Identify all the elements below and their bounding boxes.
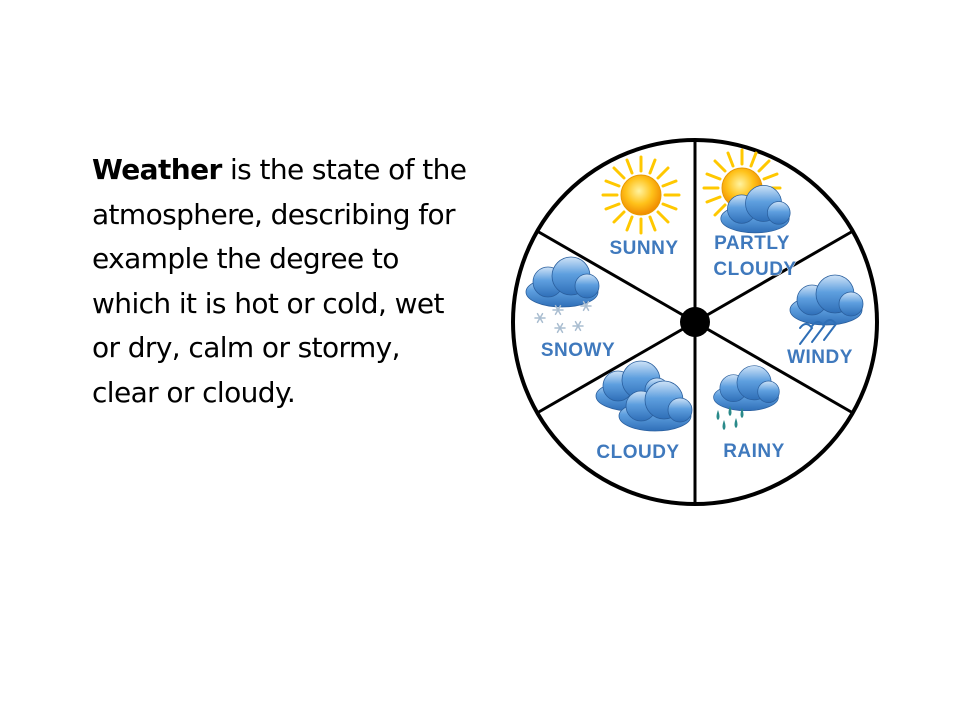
label-sunny: SUNNY	[609, 238, 678, 259]
label-partly: PARTLY	[714, 233, 790, 254]
sun-icon	[601, 155, 681, 235]
label-cloudy: CLOUDY	[596, 442, 679, 463]
weather-wheel: SUNNY PARTLY CLOUDY WINDY RAINY CLOUDY S…	[511, 138, 879, 506]
label-cloudy-partly: CLOUDY	[713, 259, 796, 280]
label-snowy: SNOWY	[541, 340, 615, 361]
label-rainy: RAINY	[723, 441, 785, 462]
label-windy: WINDY	[787, 347, 853, 368]
wheel-hub	[680, 307, 710, 337]
